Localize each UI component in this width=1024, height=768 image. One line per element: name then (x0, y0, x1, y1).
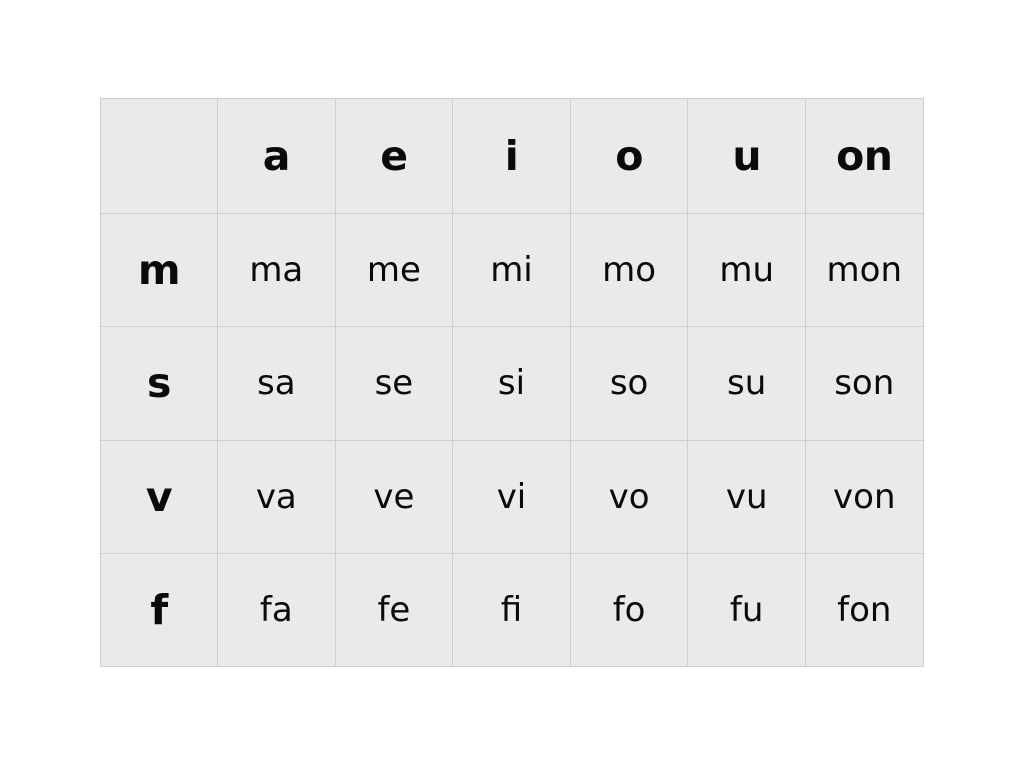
header-row: a e i o u on (100, 98, 924, 214)
syllable-cell-vi: vi (452, 439, 571, 554)
column-header-on: on (804, 98, 924, 214)
syllable-cell-fu: fu (687, 552, 806, 668)
syllable-cell-mi: mi (452, 212, 571, 328)
column-header-e: e (334, 98, 454, 214)
column-header-i: i (452, 98, 571, 214)
syllable-cell-su: su (687, 326, 806, 441)
syllable-cell-fo: fo (569, 552, 689, 668)
syllable-cell-mo: mo (569, 212, 689, 328)
page-root: a e i o u on m ma me mi mo mu mon s sa s… (0, 0, 1024, 768)
table-row-s: s sa se si so su son (100, 326, 924, 441)
syllable-cell-vo: vo (569, 439, 689, 554)
syllable-cell-se: se (334, 326, 454, 441)
syllable-cell-von: von (804, 439, 924, 554)
column-header-a: a (217, 98, 336, 214)
table-row-v: v va ve vi vo vu von (100, 439, 924, 554)
syllable-cell-vu: vu (687, 439, 806, 554)
syllable-table: a e i o u on m ma me mi mo mu mon s sa s… (100, 98, 924, 668)
column-header-u: u (687, 98, 806, 214)
syllable-cell-fa: fa (217, 552, 336, 668)
table-body: m ma me mi mo mu mon s sa se si so su so… (100, 212, 924, 668)
syllable-cell-ve: ve (334, 439, 454, 554)
table-row-m: m ma me mi mo mu mon (100, 212, 924, 328)
syllable-cell-sa: sa (217, 326, 336, 441)
table-header: a e i o u on (100, 98, 924, 214)
row-label-s: s (100, 326, 218, 441)
syllable-cell-fi: fi (452, 552, 571, 668)
column-header-o: o (569, 98, 689, 214)
syllable-cell-mon: mon (804, 212, 924, 328)
row-label-f: f (100, 552, 218, 668)
syllable-cell-fon: fon (804, 552, 924, 668)
syllable-cell-fe: fe (334, 552, 454, 668)
syllable-cell-ma: ma (217, 212, 336, 328)
table-corner-cell (100, 98, 218, 214)
row-label-v: v (100, 439, 218, 554)
row-label-m: m (100, 212, 218, 328)
syllable-cell-son: son (804, 326, 924, 441)
table-row-f: f fa fe fi fo fu fon (100, 552, 924, 668)
syllable-cell-mu: mu (687, 212, 806, 328)
syllable-cell-si: si (452, 326, 571, 441)
syllable-cell-va: va (217, 439, 336, 554)
syllable-cell-me: me (334, 212, 454, 328)
syllable-cell-so: so (569, 326, 689, 441)
